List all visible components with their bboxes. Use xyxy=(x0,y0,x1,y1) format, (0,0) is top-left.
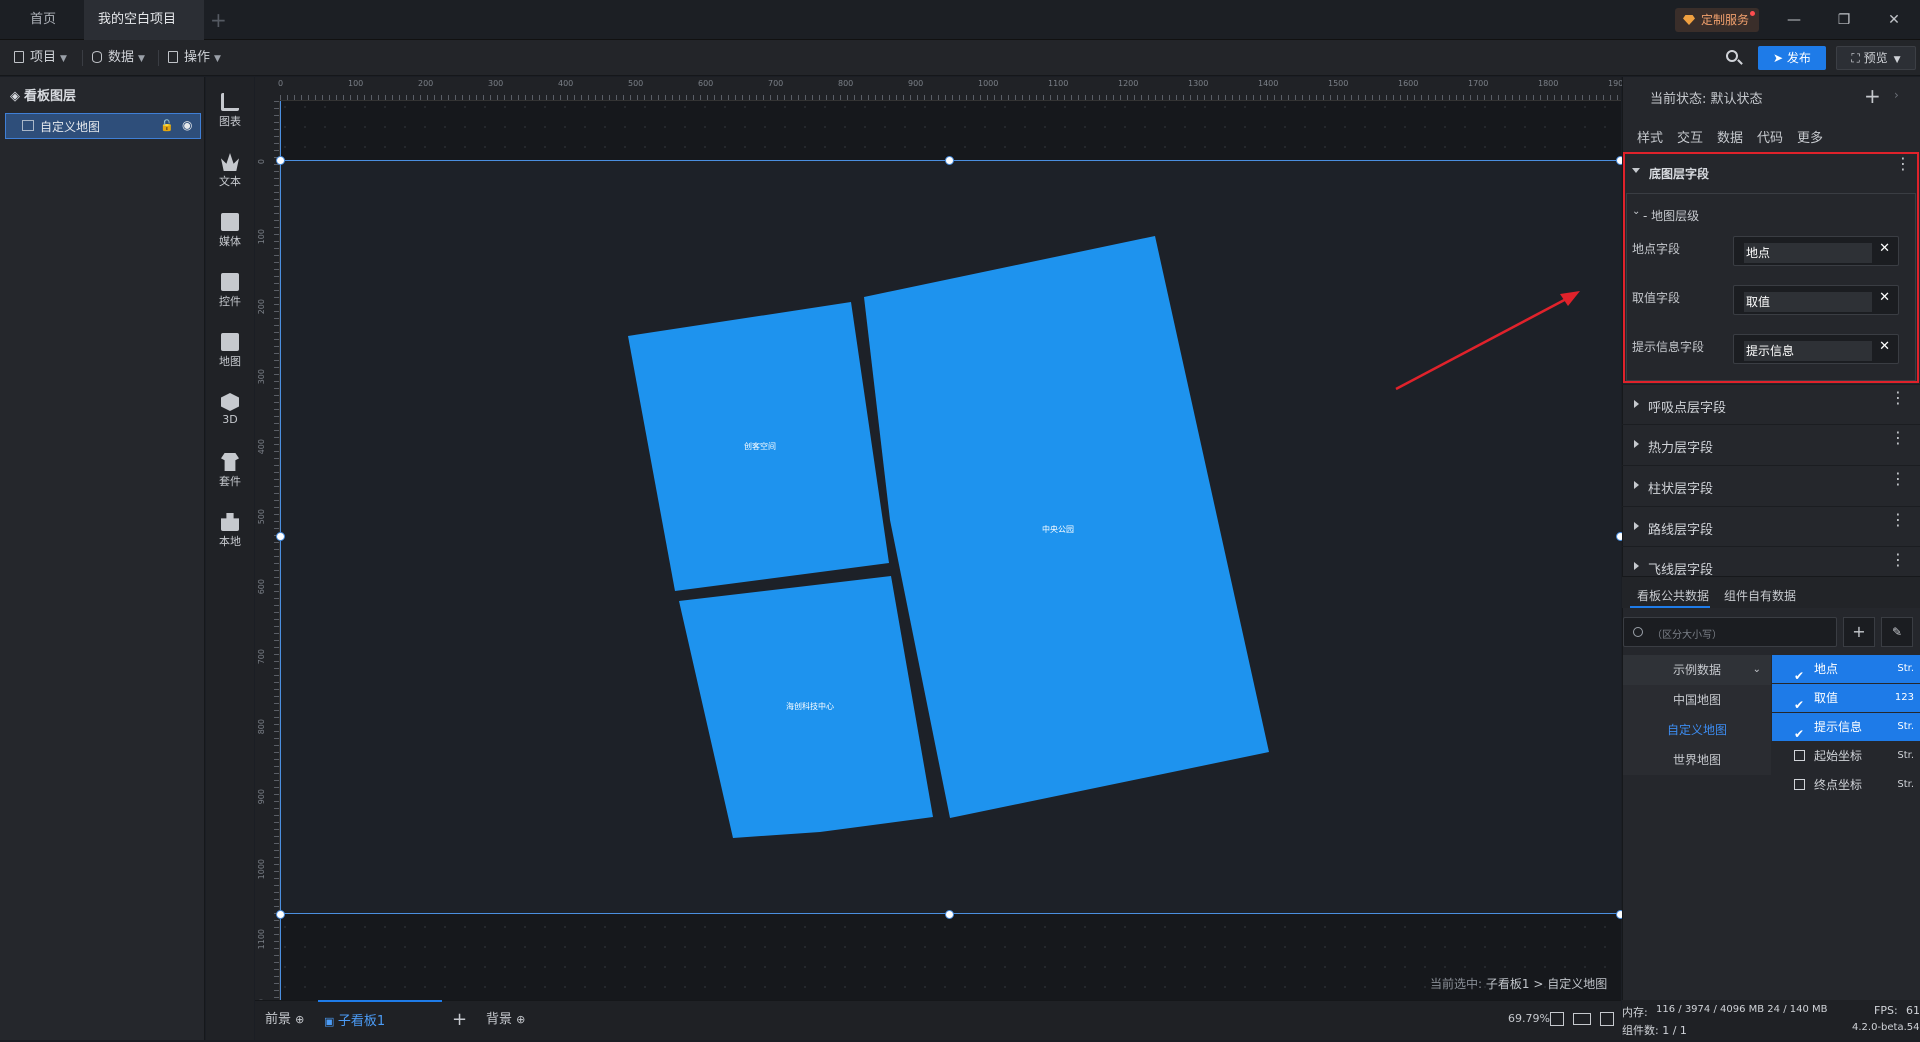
more-vert-icon[interactable]: ⋮ xyxy=(1890,552,1906,568)
fit-screen-icon[interactable] xyxy=(1550,1012,1564,1026)
zoom-level[interactable]: 69.79% xyxy=(1508,1012,1550,1025)
section-flyline[interactable]: 飞线层字段 ⋮ xyxy=(1622,546,1920,576)
location-field-input[interactable]: 地点 ✕ xyxy=(1733,236,1899,266)
map-label-tech-center: 海创科技中心 xyxy=(786,701,834,711)
data-field-location[interactable]: ✔ 地点 Str. xyxy=(1772,655,1920,683)
caret-right-icon xyxy=(1634,562,1639,570)
caret-right-icon xyxy=(1634,481,1639,489)
edit-data-icon[interactable]: ✎ xyxy=(1881,617,1913,647)
map-level-title[interactable]: - 地图层级 xyxy=(1643,207,1699,224)
more-vert-icon[interactable]: ⋮ xyxy=(1890,390,1906,406)
data-field-value[interactable]: ✔ 取值 123 xyxy=(1772,684,1920,712)
tab-data[interactable]: 数据 xyxy=(1717,127,1743,146)
monitor-icon: ▣ xyxy=(324,1015,338,1028)
fps-label: FPS: xyxy=(1874,1004,1898,1017)
dataset-china-map[interactable]: 中国地图 xyxy=(1623,685,1771,715)
caret-down-icon[interactable] xyxy=(1632,168,1640,173)
tab-style[interactable]: 样式 xyxy=(1637,127,1663,146)
annotation-arrowhead xyxy=(1560,291,1580,306)
current-state: 当前状态: 默认状态 xyxy=(1650,92,1763,107)
section-route[interactable]: 路线层字段 ⋮ xyxy=(1622,506,1920,546)
map-label-central-park: 中央公园 xyxy=(1042,524,1074,534)
tab-code[interactable]: 代码 xyxy=(1757,127,1783,146)
dataset-custom-map[interactable]: 自定义地图 xyxy=(1623,715,1771,745)
add-board-button[interactable]: + xyxy=(452,1000,467,1040)
clear-icon[interactable]: ✕ xyxy=(1879,339,1890,354)
tab-public-data[interactable]: 看板公共数据 xyxy=(1637,587,1709,604)
tab-interaction[interactable]: 交互 xyxy=(1677,127,1703,146)
field-label-value: 取值字段 xyxy=(1632,291,1681,305)
status-bar: 内存: 116 / 3974 / 4096 MB 24 / 140 MB FPS… xyxy=(1622,1000,1920,1040)
tab-sub-board[interactable]: ▣ 子看板1 xyxy=(318,1000,442,1040)
field-label-location: 地点字段 xyxy=(1632,242,1681,256)
keyboard-icon[interactable] xyxy=(1573,1013,1591,1025)
caret-right-icon xyxy=(1634,440,1639,448)
dataset-sample[interactable]: 示例数据 ⌄ xyxy=(1623,655,1771,685)
tab-own-data[interactable]: 组件自有数据 xyxy=(1724,587,1796,604)
chevron-down-icon: ⌄ xyxy=(1752,664,1761,675)
selection-info: 当前选中: 子看板1 > 自定义地图 xyxy=(1430,977,1608,991)
fps-value: 61 xyxy=(1906,1004,1920,1017)
clear-icon[interactable]: ✕ xyxy=(1879,290,1890,305)
more-vert-icon[interactable]: ⋮ xyxy=(1895,156,1911,172)
more-vert-icon[interactable]: ⋮ xyxy=(1890,512,1906,528)
check-icon: ✔ xyxy=(1794,698,1805,712)
search-placeholder: （区分大小写） xyxy=(1652,630,1722,641)
section-column[interactable]: 柱状层字段 ⋮ xyxy=(1622,465,1920,505)
data-field-end-coord[interactable]: 终点坐标 Str. xyxy=(1772,771,1920,799)
component-count: 组件数: 1 / 1 xyxy=(1622,1024,1687,1037)
value-field-tag: 取值 xyxy=(1744,292,1872,312)
add-data-button[interactable]: + xyxy=(1843,617,1875,647)
more-vert-icon[interactable]: ⋮ xyxy=(1890,471,1906,487)
tab-foreground[interactable]: 前景 ⊕ xyxy=(265,1000,304,1040)
terminal-icon[interactable] xyxy=(1600,1012,1614,1026)
base-layer-title[interactable]: 底图层字段 xyxy=(1649,165,1709,182)
checkbox-empty[interactable] xyxy=(1794,750,1805,761)
tooltip-field-tag: 提示信息 xyxy=(1744,341,1872,361)
tooltip-field-input[interactable]: 提示信息 ✕ xyxy=(1733,334,1899,364)
section-heat[interactable]: 热力层字段 ⋮ xyxy=(1622,424,1920,464)
check-icon: ✔ xyxy=(1794,669,1805,683)
check-icon: ✔ xyxy=(1794,727,1805,741)
dataset-list: 示例数据 ⌄ 中国地图 自定义地图 世界地图 xyxy=(1623,655,1771,775)
caret-right-icon xyxy=(1634,400,1639,408)
add-circle-icon[interactable]: ⊕ xyxy=(295,1013,304,1026)
section-breathing-point[interactable]: 呼吸点层字段 ⋮ xyxy=(1622,384,1920,424)
tab-more[interactable]: 更多 xyxy=(1797,127,1823,146)
add-state-button[interactable]: + xyxy=(1864,84,1881,108)
chevron-right-icon[interactable]: › xyxy=(1894,88,1899,102)
annotation-arrow xyxy=(1395,295,1571,391)
checkbox-empty[interactable] xyxy=(1794,779,1805,790)
add-circle-icon[interactable]: ⊕ xyxy=(516,1013,525,1026)
caret-right-icon xyxy=(1634,522,1639,530)
dataset-world-map[interactable]: 世界地图 xyxy=(1623,745,1771,775)
more-vert-icon[interactable]: ⋮ xyxy=(1890,430,1906,446)
value-field-input[interactable]: 取值 ✕ xyxy=(1733,285,1899,315)
field-label-tooltip: 提示信息字段 xyxy=(1632,340,1705,354)
memory-label: 内存: xyxy=(1622,1006,1648,1019)
location-field-tag: 地点 xyxy=(1744,243,1872,263)
data-field-tooltip[interactable]: ✔ 提示信息 Str. xyxy=(1772,713,1920,741)
active-tab-indicator xyxy=(1630,606,1710,608)
memory-readout: 116 / 3974 / 4096 MB 24 / 140 MB xyxy=(1656,1004,1828,1015)
data-field-start-coord[interactable]: 起始坐标 Str. xyxy=(1772,742,1920,770)
data-search-input[interactable]: （区分大小写） xyxy=(1623,617,1837,647)
search-icon xyxy=(1633,627,1643,637)
version-label: 4.2.0-beta.54 xyxy=(1852,1022,1920,1033)
tab-background[interactable]: 背景 ⊕ xyxy=(486,1000,525,1040)
map-label-maker-space: 创客空间 xyxy=(744,441,776,451)
clear-icon[interactable]: ✕ xyxy=(1879,241,1890,256)
chevron-down-icon[interactable]: ⌄ xyxy=(1632,206,1640,217)
